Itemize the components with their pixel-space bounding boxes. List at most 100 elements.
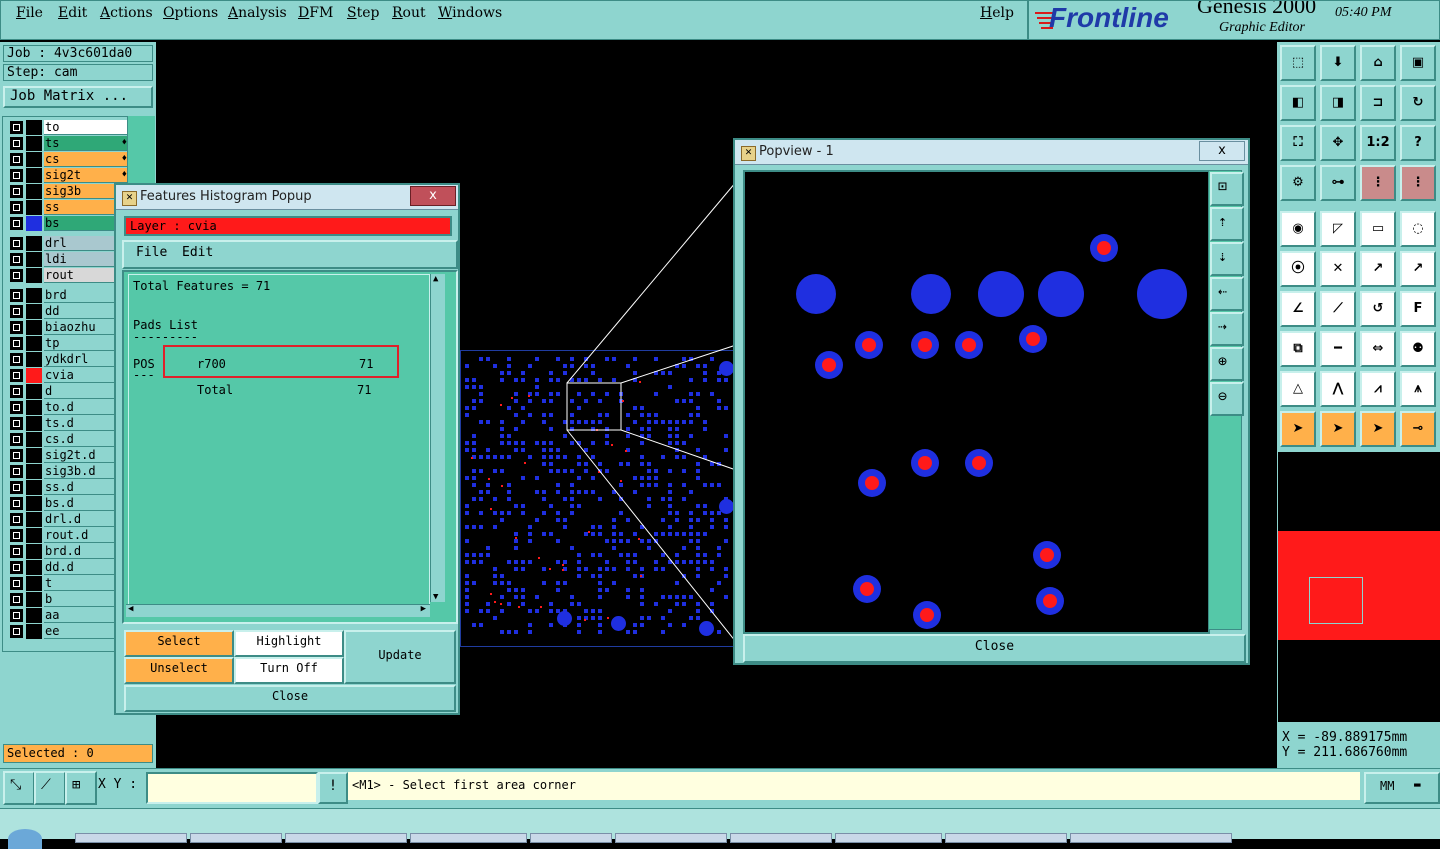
select-button[interactable]: Select: [124, 630, 234, 657]
resize-button[interactable]: ⇔: [1360, 331, 1396, 367]
layer-toggle-box[interactable]: [10, 305, 23, 318]
via-pad[interactable]: [853, 575, 881, 603]
pointer-button[interactable]: ➤: [1280, 411, 1316, 447]
taskbar-item[interactable]: [410, 833, 527, 843]
menu-help[interactable]: Help: [980, 5, 1014, 21]
layer-row-dd-d[interactable]: dd.d: [8, 560, 128, 575]
taskbar-item[interactable]: [285, 833, 407, 843]
layer-row-biaozhu[interactable]: biaozhu: [8, 320, 128, 335]
undo-button[interactable]: ◧: [1280, 85, 1316, 121]
menu-file[interactable]: File: [16, 5, 43, 21]
layer-color-swatch[interactable]: [26, 608, 42, 623]
via-pad[interactable]: [1036, 587, 1064, 615]
scroll-up-icon[interactable]: ▲: [433, 274, 438, 284]
layer-row-cvia[interactable]: cvia: [8, 368, 128, 383]
via-pad[interactable]: [1019, 325, 1047, 353]
taskbar-item[interactable]: [835, 833, 942, 843]
layer-row-b[interactable]: b: [8, 592, 128, 607]
window-button[interactable]: ▣: [1400, 45, 1436, 81]
minus-button[interactable]: ━: [1320, 331, 1356, 367]
measure-tool-button[interactable]: ⤡: [3, 771, 35, 805]
move-button[interactable]: ↗: [1360, 251, 1396, 287]
layer-toggle-box[interactable]: [10, 289, 23, 302]
layer-row-rout[interactable]: rout: [8, 268, 128, 283]
layer-color-swatch[interactable]: [26, 480, 42, 495]
highlight-row-box[interactable]: r700 71: [163, 345, 399, 378]
layer-toggle-box[interactable]: [10, 369, 23, 382]
ruler-button[interactable]: ▭: [1360, 211, 1396, 247]
via-pad[interactable]: [815, 351, 843, 379]
grid-tool-button[interactable]: ⊞: [65, 771, 97, 805]
layer-row-drl-d[interactable]: drl.d: [8, 512, 128, 527]
popview-close-x[interactable]: x: [1199, 141, 1245, 161]
overview-map[interactable]: [1278, 452, 1440, 722]
layer-color-swatch[interactable]: [26, 304, 42, 319]
layer-row-ss-d[interactable]: ss.d: [8, 480, 128, 495]
triangle-button[interactable]: △: [1280, 371, 1316, 407]
help-button[interactable]: ?: [1400, 125, 1436, 161]
layer-toggle-box[interactable]: [10, 401, 23, 414]
layer-color-swatch[interactable]: [26, 512, 42, 527]
menu-dfm[interactable]: DFM: [298, 5, 333, 21]
open-step-button[interactable]: ⬚: [1280, 45, 1316, 81]
cross-button[interactable]: ✕: [1320, 251, 1356, 287]
layer-toggle-box[interactable]: [10, 321, 23, 334]
layer-name[interactable]: to: [44, 120, 128, 135]
menu-rout[interactable]: Rout: [392, 5, 426, 21]
layer-row-rout-d[interactable]: rout.d: [8, 528, 128, 543]
layer-toggle-box[interactable]: [10, 481, 23, 494]
layer-toggle-box[interactable]: [10, 201, 23, 214]
via-pad[interactable]: [858, 469, 886, 497]
layers-button[interactable]: ⋮: [1360, 165, 1396, 201]
taskbar-item[interactable]: [615, 833, 727, 843]
via-pad[interactable]: [911, 449, 939, 477]
layer-color-swatch[interactable]: [26, 168, 42, 183]
update-button[interactable]: Update: [344, 630, 456, 684]
overview-viewport[interactable]: [1309, 577, 1363, 624]
layer-row-bs-d[interactable]: bs.d: [8, 496, 128, 511]
layer-color-swatch[interactable]: [26, 560, 42, 575]
layer-toggle-box[interactable]: [10, 513, 23, 526]
measure-button[interactable]: ⊶: [1320, 165, 1356, 201]
layer-toggle-box[interactable]: [10, 497, 23, 510]
pointer-box-button[interactable]: ➤: [1320, 411, 1356, 447]
menu-step[interactable]: Step: [347, 5, 379, 21]
taskbar-item[interactable]: [945, 833, 1067, 843]
histogram-vscroll[interactable]: ▲ ▼: [430, 274, 445, 602]
pan-up-button[interactable]: ⇡: [1210, 207, 1244, 241]
layer-row-ee[interactable]: ee: [8, 624, 128, 639]
layer-toggle-box[interactable]: [10, 253, 23, 266]
unselect-button[interactable]: Unselect: [124, 657, 234, 684]
layer-row-to[interactable]: to: [8, 120, 128, 135]
layer-toggle-box[interactable]: [10, 593, 23, 606]
layer-row-brd[interactable]: brd: [8, 288, 128, 303]
taskbar-item[interactable]: [190, 833, 282, 843]
xy-input[interactable]: [146, 772, 318, 804]
histogram-close-button[interactable]: Close: [124, 685, 456, 712]
copy-button[interactable]: ⧉: [1280, 331, 1316, 367]
histogram-close-x[interactable]: x: [410, 186, 456, 206]
layer-color-swatch[interactable]: [26, 268, 42, 283]
layer-color-swatch[interactable]: [26, 592, 42, 607]
via-pad[interactable]: [1090, 234, 1118, 262]
menu-options[interactable]: Options: [163, 5, 218, 21]
layer-toggle-box[interactable]: [10, 417, 23, 430]
layer-row-bs[interactable]: bs: [8, 216, 128, 231]
layer-toggle-box[interactable]: [10, 545, 23, 558]
circle-button[interactable]: ◌: [1400, 211, 1436, 247]
highlight-button[interactable]: Highlight: [234, 630, 344, 657]
fit-button[interactable]: ⛶: [1280, 125, 1316, 161]
center-button[interactable]: ✥: [1320, 125, 1356, 161]
layer-color-swatch[interactable]: [26, 384, 42, 399]
layer-color-swatch[interactable]: [26, 136, 42, 151]
layer-row-sig2t[interactable]: sig2t ♦: [8, 168, 128, 183]
layer-row-to-d[interactable]: to.d: [8, 400, 128, 415]
layer-color-swatch[interactable]: [26, 544, 42, 559]
units-select[interactable]: MM ▬: [1364, 772, 1440, 804]
zoom-home-button[interactable]: ⊡: [1210, 172, 1244, 206]
via-pad[interactable]: [965, 449, 993, 477]
layer-color-swatch[interactable]: [26, 416, 42, 431]
via-pad[interactable]: [1033, 541, 1061, 569]
histogram-menu-file[interactable]: File: [136, 245, 167, 260]
layer-name[interactable]: sig2t ♦: [44, 168, 128, 183]
